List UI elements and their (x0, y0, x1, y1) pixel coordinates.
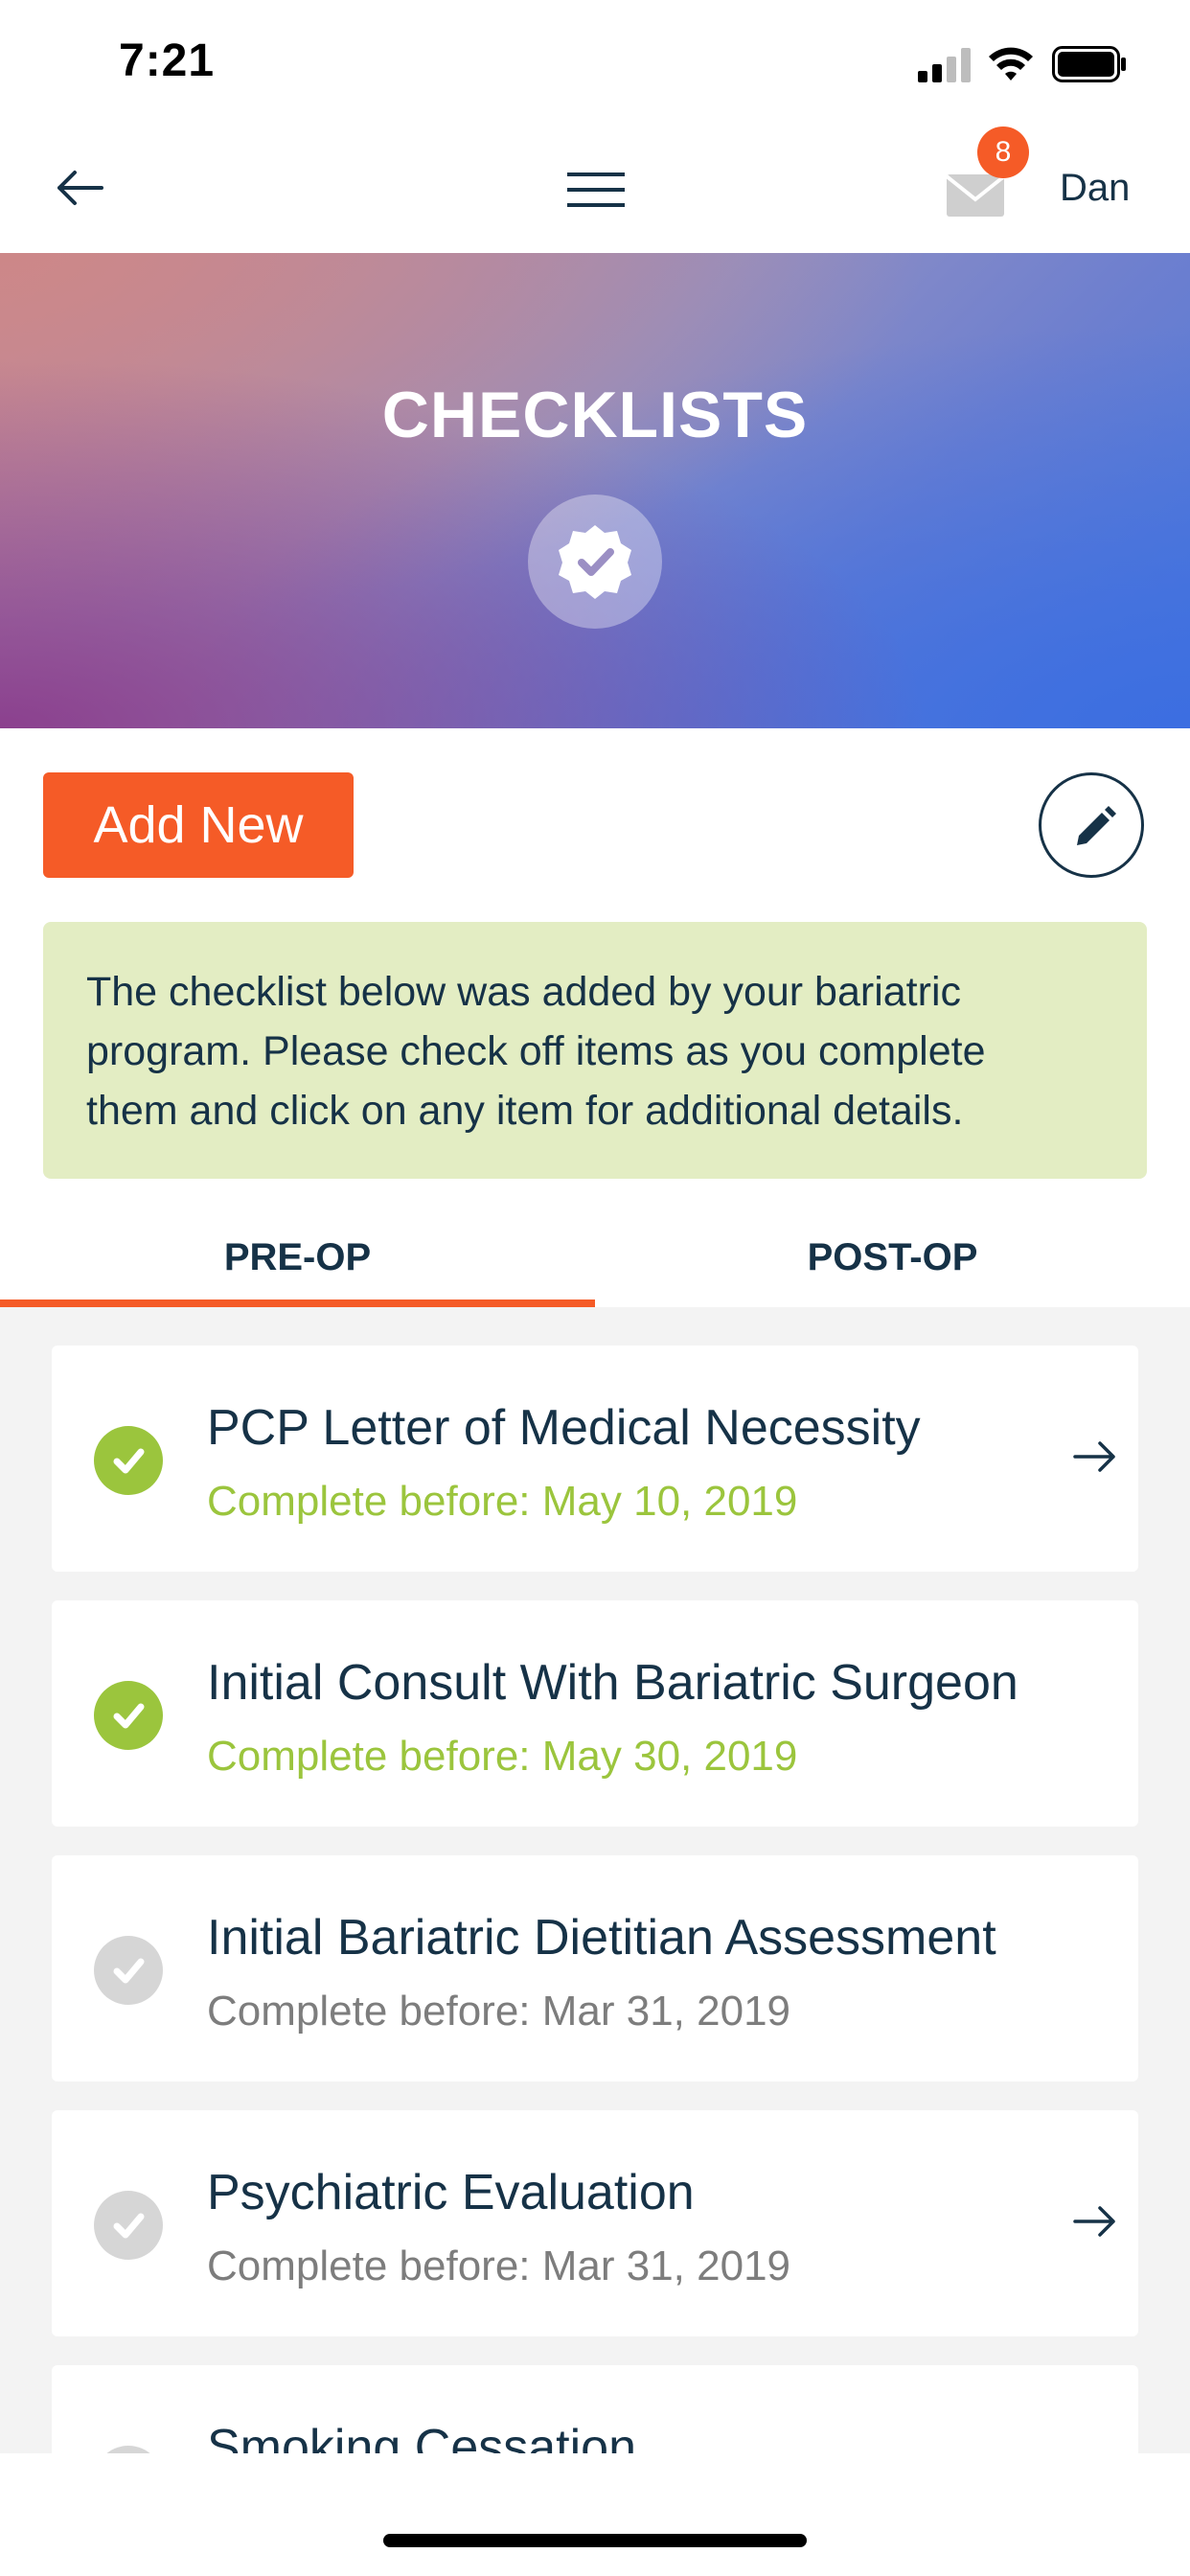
verified-check-badge-icon (528, 494, 662, 629)
checklist: PCP Letter of Medical Necessity Complete… (0, 1307, 1190, 2453)
mail-badge-count: 8 (977, 126, 1029, 178)
home-indicator[interactable] (383, 2534, 807, 2547)
item-title: Smoking Cessation (207, 2420, 636, 2453)
arrow-right-icon[interactable] (1071, 1438, 1119, 1476)
status-bar: 7:21 (0, 0, 1190, 125)
check-circle-icon[interactable] (94, 1936, 163, 2005)
item-due-date: Complete before: May 10, 2019 (207, 1478, 798, 1525)
item-title: Psychiatric Evaluation (207, 2165, 695, 2220)
checklist-item[interactable]: Smoking Cessation (52, 2365, 1138, 2453)
info-line: The checklist below was added by your ba… (86, 969, 961, 1015)
check-circle-icon[interactable] (94, 1681, 163, 1750)
edit-button[interactable] (1039, 772, 1144, 878)
battery-icon (1052, 46, 1126, 82)
add-new-button[interactable]: Add New (43, 772, 354, 878)
checklist-item[interactable]: Initial Bariatric Dietitian Assessment C… (52, 1855, 1138, 2082)
checklists-screen: 7:21 8 Dan CHECKLISTS Add New The checkl… (0, 0, 1190, 2576)
cellular-signal-icon (918, 48, 972, 82)
hero-banner: CHECKLISTS (0, 253, 1190, 728)
pencil-icon (1077, 806, 1116, 845)
arrow-right-icon[interactable] (1071, 2202, 1119, 2241)
item-due-date: Complete before: Mar 31, 2019 (207, 1988, 791, 2035)
status-time: 7:21 (119, 35, 216, 86)
info-line: them and click on any item for additiona… (86, 1088, 964, 1134)
hamburger-menu-icon[interactable] (563, 165, 629, 215)
page-title: CHECKLISTS (381, 379, 809, 451)
item-due-date: Complete before: Mar 31, 2019 (207, 2242, 791, 2289)
check-circle-icon[interactable] (94, 2446, 163, 2453)
item-title: PCP Letter of Medical Necessity (207, 1400, 921, 1456)
checklist-item[interactable]: PCP Letter of Medical Necessity Complete… (52, 1346, 1138, 1572)
info-message: The checklist below was added by your ba… (43, 922, 1147, 1179)
checklist-item[interactable]: Psychiatric Evaluation Complete before: … (52, 2110, 1138, 2336)
check-circle-icon[interactable] (94, 1426, 163, 1495)
active-tab-indicator (0, 1300, 595, 1307)
tab-post-op[interactable]: POST-OP (595, 1211, 1190, 1307)
item-due-date: Complete before: May 30, 2019 (207, 1733, 798, 1780)
tab-bar: PRE-OP POST-OP (0, 1211, 1190, 1307)
wifi-icon (989, 47, 1033, 80)
nav-bar: 8 Dan (0, 125, 1190, 253)
check-circle-icon[interactable] (94, 2191, 163, 2260)
item-title: Initial Bariatric Dietitian Assessment (207, 1910, 996, 1966)
user-name[interactable]: Dan (1060, 167, 1130, 210)
checklist-item[interactable]: Initial Consult With Bariatric Surgeon C… (52, 1600, 1138, 1827)
back-arrow-icon[interactable] (48, 159, 111, 217)
tab-pre-op[interactable]: PRE-OP (0, 1211, 595, 1307)
item-title: Initial Consult With Bariatric Surgeon (207, 1655, 1018, 1711)
info-line: program. Please check off items as you c… (86, 1028, 986, 1074)
